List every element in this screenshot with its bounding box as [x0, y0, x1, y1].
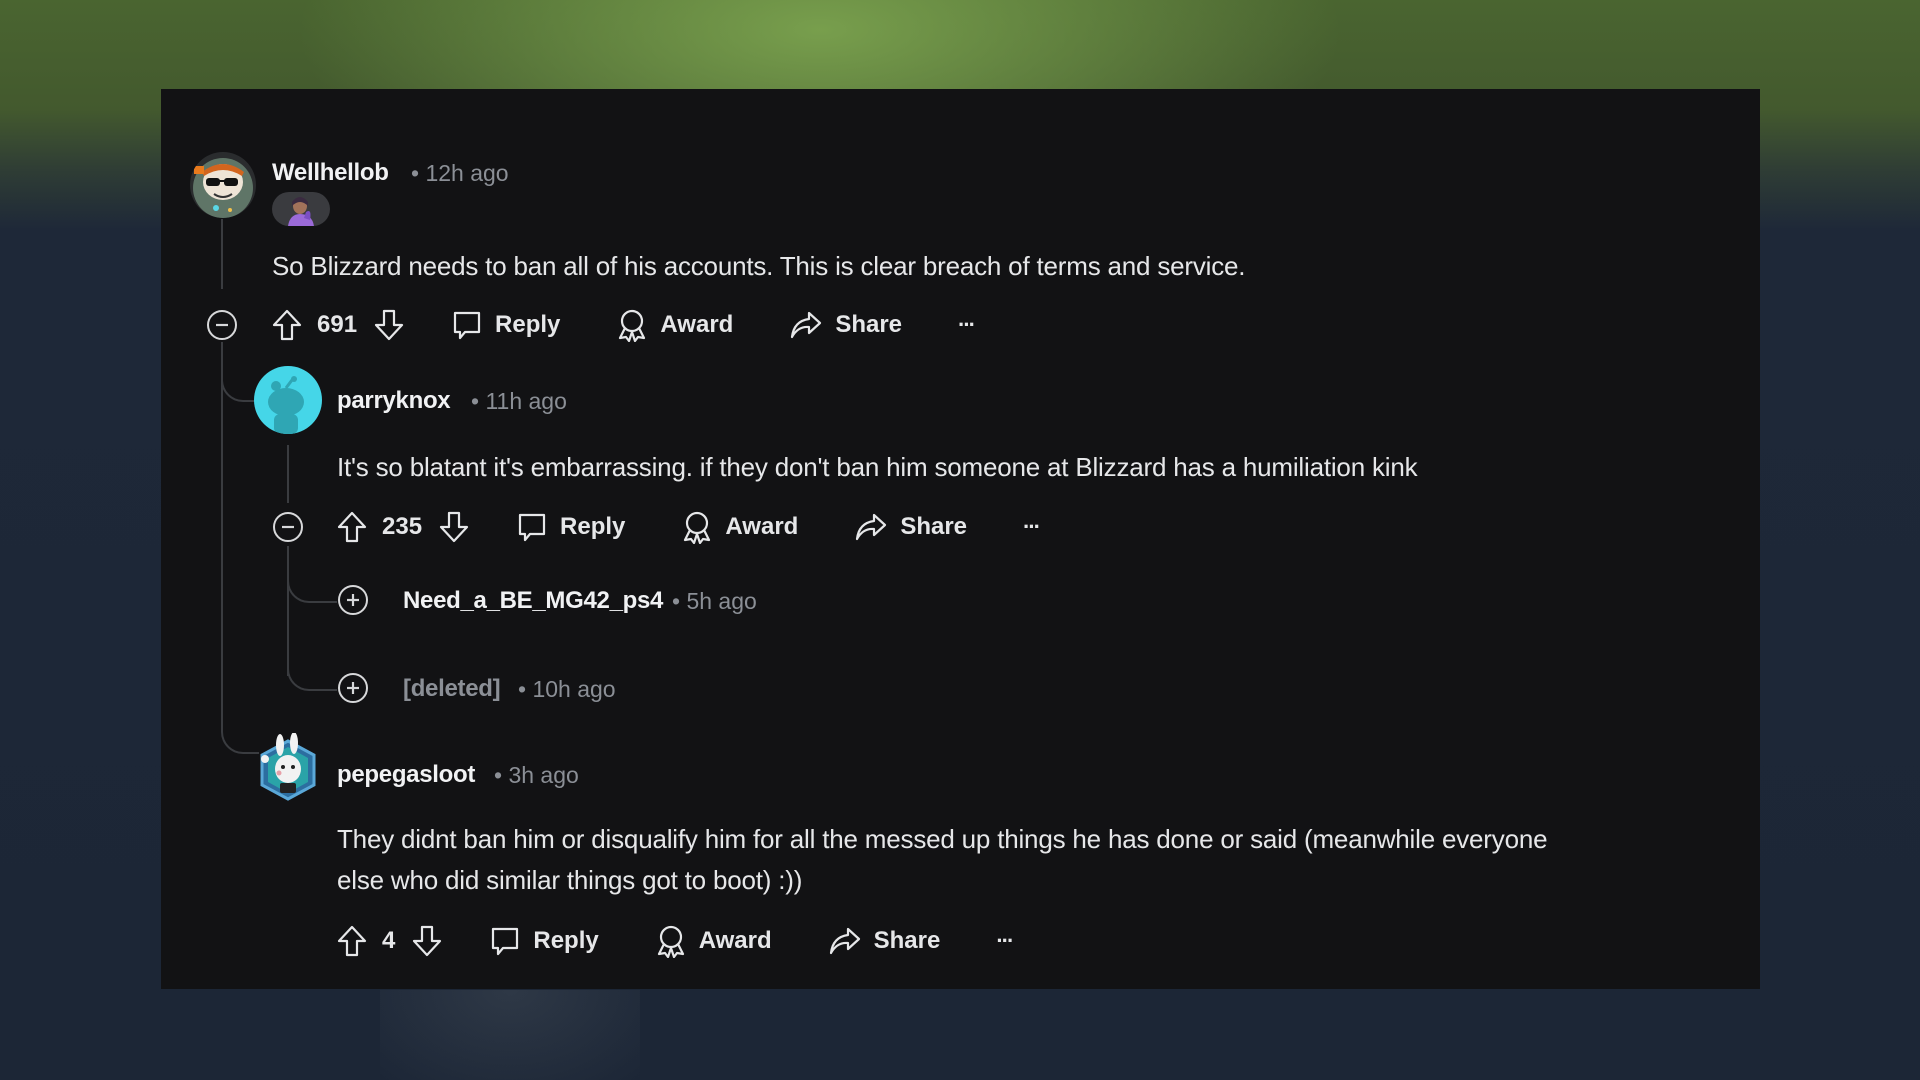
- downvote-arrow-icon: [413, 925, 442, 957]
- avatar-wellhellob[interactable]: [190, 152, 256, 218]
- reply-button[interactable]: Reply: [451, 309, 560, 341]
- comment-body-line: They didnt ban him or disqualify him for…: [337, 824, 1548, 854]
- username-need-a-be-mg42-ps4[interactable]: Need_a_BE_MG42_ps4: [403, 587, 663, 615]
- comment-actions: 4 Reply Award Share ···: [336, 921, 1014, 961]
- comment-bubble-icon: [518, 513, 546, 542]
- timestamp[interactable]: • 5h ago: [672, 588, 757, 615]
- share-label: Share: [900, 513, 968, 540]
- username-parryknox[interactable]: parryknox: [337, 387, 451, 415]
- expand-plus-icon: [338, 673, 368, 703]
- background-glow: [380, 990, 640, 1080]
- timestamp[interactable]: • 12h ago: [411, 160, 509, 187]
- username-deleted: [deleted]: [403, 675, 501, 702]
- upvote-button[interactable]: [271, 308, 303, 342]
- thread-connector-c3a: [287, 546, 337, 603]
- expand-button[interactable]: [337, 584, 369, 616]
- comment-actions: 235 Reply Award Share ···: [336, 507, 1041, 547]
- timestamp[interactable]: • 10h ago: [518, 676, 616, 703]
- collapse-minus-icon: [273, 512, 303, 542]
- expand-plus-icon: [338, 585, 368, 615]
- upvote-arrow-icon: [337, 925, 367, 957]
- upvote-arrow-icon: [337, 511, 367, 543]
- character-flair-icon: [288, 197, 314, 226]
- share-label: Share: [873, 927, 941, 954]
- upvote-button[interactable]: [336, 924, 368, 958]
- more-options-button[interactable]: ···: [996, 928, 1014, 954]
- comment-body: So Blizzard needs to ban all of his acco…: [272, 251, 1246, 281]
- vote-score: 691: [317, 311, 358, 338]
- default-snoo-avatar-icon: [268, 376, 304, 434]
- user-flair: [272, 192, 330, 226]
- share-arrow-icon: [791, 311, 822, 339]
- share-arrow-icon: [856, 513, 887, 541]
- comment-actions: 691 Reply Award Share ···: [271, 305, 976, 345]
- more-options-button[interactable]: ···: [958, 312, 976, 338]
- downvote-button[interactable]: [411, 924, 443, 958]
- thread-line-c1: [221, 342, 223, 732]
- share-button[interactable]: Share: [854, 511, 967, 543]
- bunny-hex-avatar-icon: [260, 732, 316, 801]
- downvote-arrow-icon: [374, 309, 404, 341]
- thread-connector-c3b: [287, 619, 337, 691]
- vote-score: 235: [382, 513, 423, 540]
- award-ribbon-icon: [684, 511, 711, 544]
- comment-body: They didnt ban him or disqualify him for…: [337, 819, 1747, 901]
- collapse-button[interactable]: [206, 309, 238, 341]
- downvote-button[interactable]: [438, 510, 470, 544]
- award-button[interactable]: Award: [681, 510, 798, 544]
- expand-button[interactable]: [337, 672, 369, 704]
- share-label: Share: [835, 311, 903, 338]
- reply-label: Reply: [495, 311, 561, 338]
- upvote-button[interactable]: [336, 510, 368, 544]
- more-dots-icon: ···: [1023, 514, 1041, 539]
- reply-button[interactable]: Reply: [516, 511, 625, 543]
- more-dots-icon: ···: [958, 312, 976, 337]
- comment-bubble-icon: [492, 927, 519, 956]
- sunglasses-avatar-icon: [193, 158, 253, 218]
- reply-button[interactable]: Reply: [489, 925, 599, 957]
- thread-connector-c2: [221, 342, 257, 402]
- thread-connector-c4: [221, 689, 259, 754]
- collapse-minus-icon: [207, 310, 237, 340]
- downvote-button[interactable]: [373, 308, 405, 342]
- thread-line-c1-top: [221, 219, 223, 289]
- award-button[interactable]: Award: [655, 924, 772, 958]
- share-button[interactable]: Share: [828, 925, 941, 957]
- username-pepegasloot[interactable]: pepegasloot: [337, 761, 475, 789]
- award-ribbon-icon: [619, 309, 646, 342]
- timestamp[interactable]: • 11h ago: [471, 388, 567, 415]
- downvote-arrow-icon: [439, 511, 469, 543]
- avatar-pepegasloot[interactable]: [256, 732, 320, 803]
- upvote-arrow-icon: [272, 309, 302, 341]
- award-label: Award: [725, 513, 799, 540]
- reply-label: Reply: [533, 927, 599, 954]
- collapse-button[interactable]: [272, 511, 304, 543]
- comment-thread-panel: Wellhellob • 12h ago So Blizzard needs t…: [161, 89, 1760, 989]
- comment-bubble-icon: [453, 311, 481, 340]
- avatar-parryknox[interactable]: [254, 366, 322, 434]
- more-options-button[interactable]: ···: [1023, 514, 1041, 540]
- award-ribbon-icon: [657, 925, 684, 958]
- username-wellhellob[interactable]: Wellhellob: [272, 159, 389, 187]
- award-label: Award: [660, 311, 734, 338]
- timestamp[interactable]: • 3h ago: [494, 762, 579, 789]
- reply-label: Reply: [560, 513, 626, 540]
- comment-body: It's so blatant it's embarrassing. if th…: [337, 452, 1418, 482]
- thread-line-c2-top: [287, 445, 289, 503]
- vote-score: 4: [382, 927, 396, 954]
- share-arrow-icon: [829, 927, 860, 955]
- comment-body-line: else who did similar things got to boot)…: [337, 865, 803, 895]
- more-dots-icon: ···: [996, 928, 1014, 953]
- share-button[interactable]: Share: [789, 309, 902, 341]
- award-label: Award: [698, 927, 772, 954]
- award-button[interactable]: Award: [616, 308, 733, 342]
